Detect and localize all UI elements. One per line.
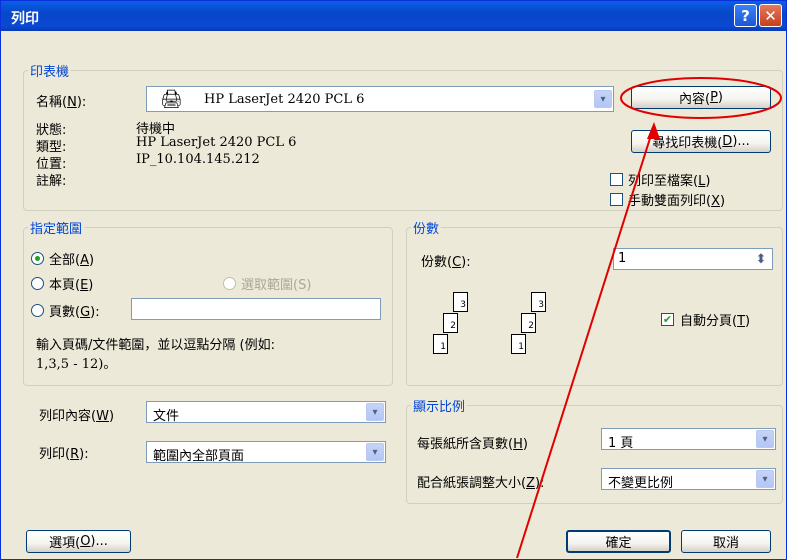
annotation-arrow-line <box>516 131 653 559</box>
annotation-overlay <box>516 77 782 559</box>
highlight-ellipse <box>620 77 782 119</box>
annotation-arrow-head <box>647 122 660 139</box>
